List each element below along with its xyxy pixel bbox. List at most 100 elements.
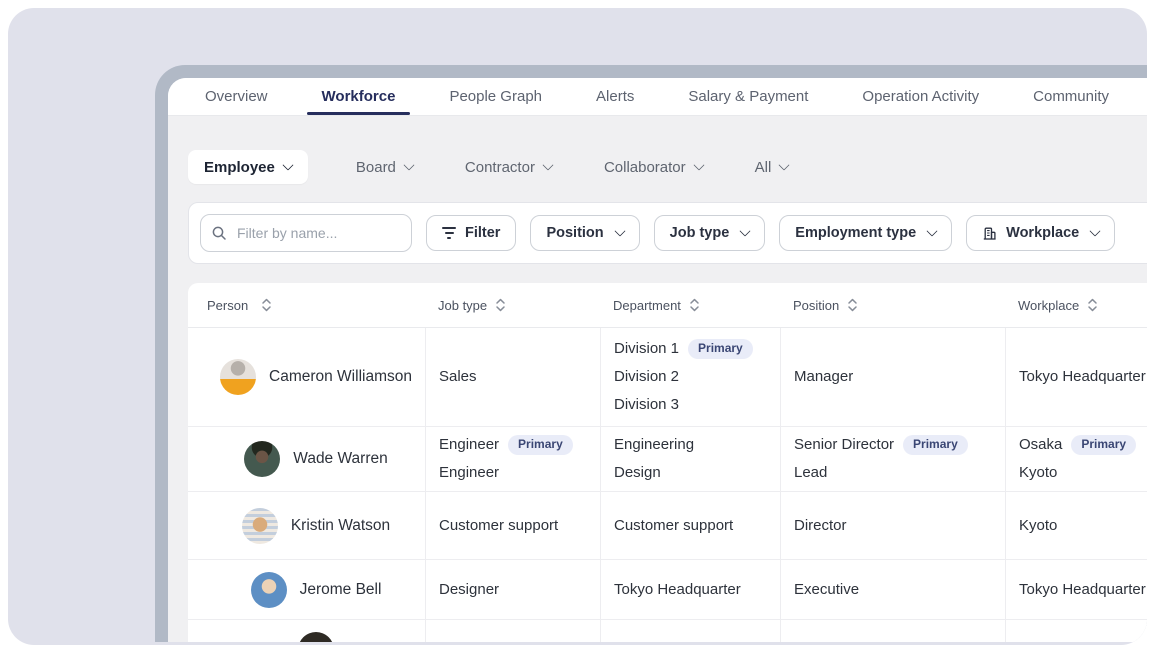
column-header-workplace[interactable]: Workplace <box>1005 298 1147 313</box>
type-tab-label: Board <box>356 159 396 176</box>
table-row[interactable]: Kristin Watson Customer support Customer… <box>188 492 1147 560</box>
workplace-dropdown-label: Workplace <box>1006 225 1079 241</box>
page-background: Overview Workforce People Graph Alerts S… <box>8 8 1147 645</box>
filter-toolbar: Filter Position Job type Employment type <box>188 202 1147 264</box>
primary-badge: Primary <box>903 435 968 455</box>
type-tab-board[interactable]: Board <box>352 150 417 184</box>
search-input[interactable] <box>235 224 401 242</box>
chevron-down-icon <box>693 159 704 170</box>
type-tab-collaborator[interactable]: Collaborator <box>600 150 707 184</box>
primary-badge: Primary <box>1071 435 1136 455</box>
workforce-page: Employee Board Contractor Collaborator A… <box>168 116 1147 642</box>
tab-label: Alerts <box>596 88 634 105</box>
chevron-down-icon <box>1090 225 1101 236</box>
type-tab-all[interactable]: All <box>751 150 793 184</box>
person-cell: Jerome Bell <box>188 560 425 619</box>
column-header-department[interactable]: Department <box>600 298 780 313</box>
chevron-down-icon <box>779 159 790 170</box>
position-dropdown[interactable]: Position <box>530 215 639 251</box>
tab-people-graph[interactable]: People Graph <box>424 78 567 115</box>
cell-value: Lead <box>794 459 827 487</box>
avatar <box>251 572 287 608</box>
tab-label: Salary & Payment <box>688 88 808 105</box>
search-icon <box>211 225 227 241</box>
position-cell: Senior DirectorPrimary Lead <box>780 427 1005 491</box>
department-cell: Division 1Primary Division 2 Division 3 <box>600 328 780 426</box>
avatar <box>244 441 280 477</box>
job-type-dropdown-label: Job type <box>670 225 730 241</box>
cell-value: Osaka <box>1019 431 1062 459</box>
person-cell: Kristin Watson <box>188 492 425 559</box>
cell-value: Division 1 <box>614 335 679 363</box>
type-tab-contractor[interactable]: Contractor <box>461 150 556 184</box>
column-header-job-type[interactable]: Job type <box>425 298 600 313</box>
cell-value: Division 3 <box>614 391 679 419</box>
cell-value: Kyoto <box>1019 459 1057 487</box>
job-type-dropdown[interactable]: Job type <box>654 215 766 251</box>
sort-icon <box>261 298 272 312</box>
department-cell: Tokyo Headquarter <box>600 560 780 619</box>
cell-value: Engineer <box>439 459 499 487</box>
column-header-label: Position <box>793 298 839 313</box>
employee-type-tabs: Employee Board Contractor Collaborator A… <box>188 150 1147 184</box>
workplace-cell: Kyoto <box>1005 492 1147 559</box>
type-tab-employee[interactable]: Employee <box>188 150 308 184</box>
tab-workforce[interactable]: Workforce <box>297 78 421 115</box>
sort-icon <box>495 298 506 312</box>
tab-operation-activity[interactable]: Operation Activity <box>837 78 1004 115</box>
table-header-row: Person Job type Department Position <box>188 283 1147 328</box>
person-cell <box>188 620 425 642</box>
tab-salary-payment[interactable]: Salary & Payment <box>663 78 833 115</box>
person-name: Jerome Bell <box>300 576 382 604</box>
type-tab-label: Contractor <box>465 159 535 176</box>
filter-button[interactable]: Filter <box>426 215 516 251</box>
cell-value: Division 2 <box>614 363 679 391</box>
column-header-position[interactable]: Position <box>780 298 1005 313</box>
chevron-down-icon <box>403 159 414 170</box>
tab-label: Community <box>1033 88 1109 105</box>
employment-type-dropdown[interactable]: Employment type <box>779 215 952 251</box>
tab-alerts[interactable]: Alerts <box>571 78 659 115</box>
column-header-label: Department <box>613 298 681 313</box>
person-name: Kristin Watson <box>291 512 390 540</box>
workplace-cell: Osaka Primary Kyoto <box>1005 427 1147 491</box>
tab-overview[interactable]: Overview <box>180 78 293 115</box>
chevron-down-icon <box>542 159 553 170</box>
chevron-down-icon <box>926 225 937 236</box>
cell-value: Customer support <box>439 512 558 540</box>
column-header-label: Person <box>207 298 248 313</box>
column-header-label: Workplace <box>1018 298 1079 313</box>
cell-value: Customer support <box>614 512 733 540</box>
type-tab-label: All <box>755 159 772 176</box>
type-tab-label: Employee <box>204 159 275 176</box>
app-window-content: Overview Workforce People Graph Alerts S… <box>168 78 1147 642</box>
app-window: Overview Workforce People Graph Alerts S… <box>155 65 1147 642</box>
table-row[interactable]: Jerome Bell Designer Tokyo Headquarter E… <box>188 560 1147 620</box>
column-header-person[interactable]: Person <box>188 298 425 313</box>
cell-value: Engineer <box>439 431 499 459</box>
primary-badge: Primary <box>508 435 573 455</box>
person-cell: Wade Warren <box>188 427 425 491</box>
sort-icon <box>847 298 858 312</box>
job-type-cell: Engineer Primary Engineer <box>425 427 600 491</box>
name-search-box[interactable] <box>200 214 412 252</box>
filter-lines-icon <box>442 227 456 238</box>
position-cell: Executive <box>780 560 1005 619</box>
table-row[interactable]: Cameron Williamson Sales Division 1Prima… <box>188 328 1147 427</box>
workforce-table: Person Job type Department Position <box>188 283 1147 642</box>
position-cell: Director <box>780 492 1005 559</box>
cell-value: Manager <box>794 363 853 391</box>
table-row[interactable] <box>188 620 1147 642</box>
department-cell: Engineering Design <box>600 427 780 491</box>
workplace-dropdown[interactable]: Workplace <box>966 215 1115 251</box>
sort-icon <box>689 298 700 312</box>
position-dropdown-label: Position <box>546 225 603 241</box>
person-name: Cameron Williamson <box>269 363 412 391</box>
table-row[interactable]: Wade Warren Engineer Primary Engineer Eng… <box>188 427 1147 492</box>
workplace-cell: Tokyo Headquarter <box>1005 560 1147 619</box>
avatar <box>298 632 334 642</box>
tab-community[interactable]: Community <box>1008 78 1134 115</box>
chevron-down-icon <box>614 225 625 236</box>
workplace-cell <box>1005 620 1147 642</box>
department-cell: Customer support <box>600 492 780 559</box>
